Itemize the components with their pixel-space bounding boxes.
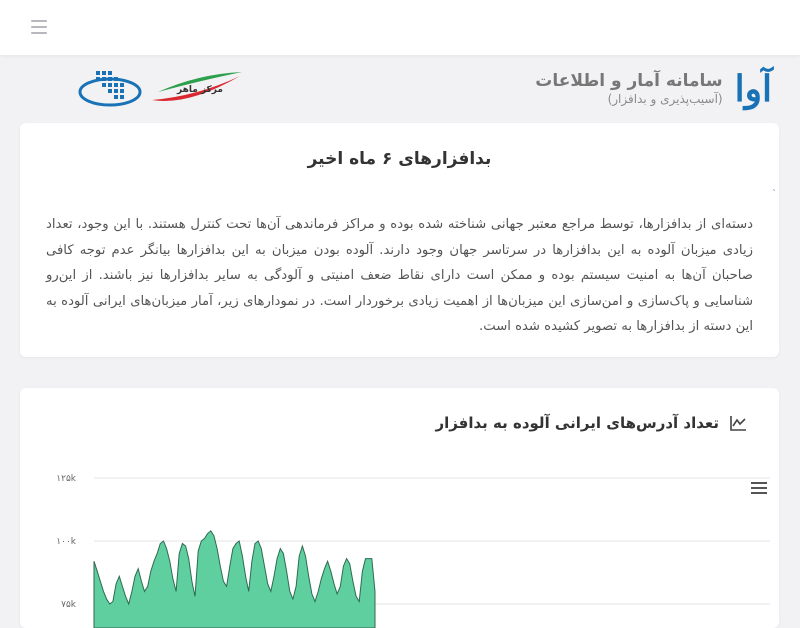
intro-card: بدافزارهای ۶ ماه اخیر ` دسته‌ای از بدافز…: [20, 123, 779, 357]
brand-title: سامانه آمار و اطلاعات: [535, 71, 723, 91]
chart-header: تعداد آدرس‌های ایرانی آلوده به بدافزار: [435, 414, 747, 432]
intro-paragraph: دسته‌ای از بدافزارها، توسط مراجع معتبر ج…: [46, 217, 753, 334]
y-tick-label: ۷۵k: [61, 600, 77, 610]
top-navbar: [0, 0, 800, 55]
chart-title: تعداد آدرس‌های ایرانی آلوده به بدافزار: [435, 414, 719, 432]
chart-card: تعداد آدرس‌های ایرانی آلوده به بدافزار ۱…: [20, 388, 779, 628]
brand-header: آوا سامانه آمار و اطلاعات (آسیب‌پذیری و …: [535, 66, 773, 112]
cert-logo: [78, 71, 142, 107]
hamburger-icon[interactable]: [31, 20, 47, 34]
y-tick-label: ۱۲۵k: [56, 474, 77, 484]
brand-subtitle: (آسیب‌پذیری و بدافزار): [607, 92, 723, 106]
series-area[interactable]: [93, 530, 376, 628]
intro-title: بدافزارهای ۶ ماه اخیر: [307, 149, 492, 169]
stray-mark: `: [772, 189, 777, 200]
maher-logo: مرکز ماهر: [152, 72, 242, 101]
area-chart-icon: [730, 416, 746, 431]
y-tick-label: ۱۰۰k: [56, 537, 77, 547]
partner-logo-text: مرکز ماهر: [176, 85, 223, 95]
infected-hosts-chart: ۱۲۵k ۱۰۰k ۷۵k: [56, 474, 770, 628]
brand-logo[interactable]: آوا: [735, 71, 773, 107]
